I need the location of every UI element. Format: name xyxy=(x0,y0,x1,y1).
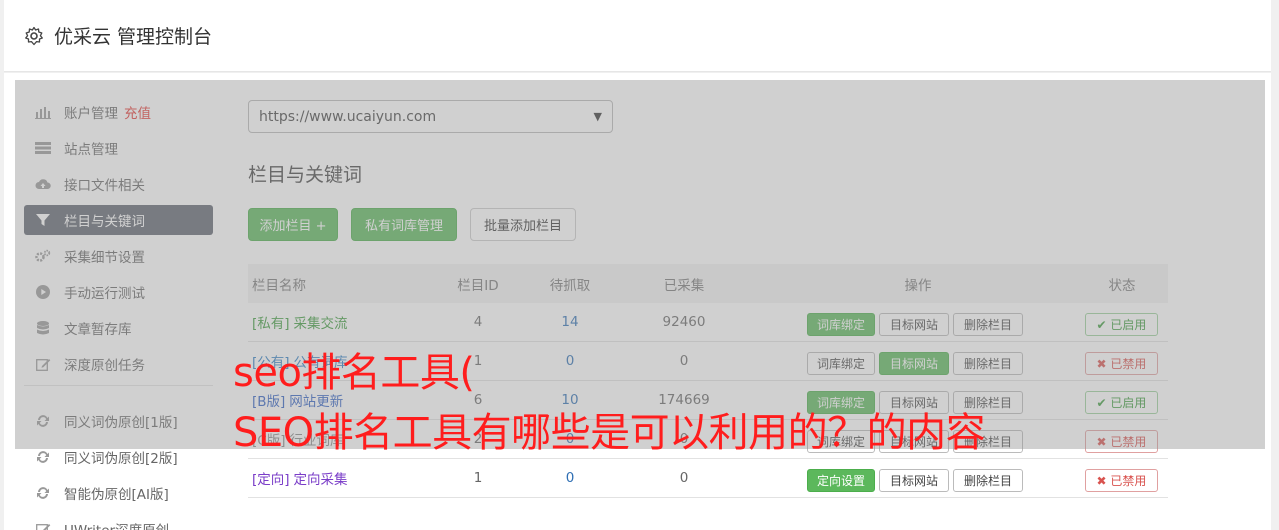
sidebar-item-uwriter[interactable]: UWriter深度原创 xyxy=(24,514,213,530)
column-name: 定向采集 xyxy=(293,472,348,488)
sidebar-item-label: 智能伪原创[AI版] xyxy=(64,487,169,503)
pending-count[interactable]: 0 xyxy=(520,459,620,497)
overlay-headline-line2: SEO排名工具有哪些是可以利用的？的内容 xyxy=(233,410,986,456)
overlay-headline-line1: seo排名工具( xyxy=(233,350,475,396)
refresh-icon xyxy=(35,449,51,465)
edit-icon xyxy=(35,521,51,530)
status-toggle[interactable]: ✖ 已禁用 xyxy=(1085,469,1158,492)
refresh-icon xyxy=(35,485,51,501)
directed-settings-button[interactable]: 定向设置 xyxy=(807,469,875,492)
collected-count: 0 xyxy=(679,470,689,486)
column-tag: [定向] xyxy=(252,472,290,488)
console-title: 优采云 管理控制台 xyxy=(54,26,213,48)
sidebar-item-ai-rewrite[interactable]: 智能伪原创[AI版] xyxy=(24,478,213,508)
status-label: 已禁用 xyxy=(1110,474,1147,488)
target-site-button[interactable]: 目标网站 xyxy=(879,469,949,492)
table-row: [定向] 定向采集 1 0 0 定向设置 目标网站 删除栏目 ✖ 已禁用 xyxy=(248,459,1168,498)
sidebar-item-label: 同义词伪原创[2版] xyxy=(64,451,178,467)
top-header: 优采云 管理控制台 xyxy=(4,0,1271,72)
gear-icon xyxy=(25,26,43,45)
delete-column-button[interactable]: 删除栏目 xyxy=(953,469,1023,492)
sidebar-item-label: UWriter深度原创 xyxy=(64,519,169,530)
grey-overlay xyxy=(15,80,1265,449)
close-icon: ✖ xyxy=(1096,473,1111,488)
column-name-link[interactable]: [定向] 定向采集 xyxy=(252,459,348,497)
column-id: 1 xyxy=(473,470,483,486)
